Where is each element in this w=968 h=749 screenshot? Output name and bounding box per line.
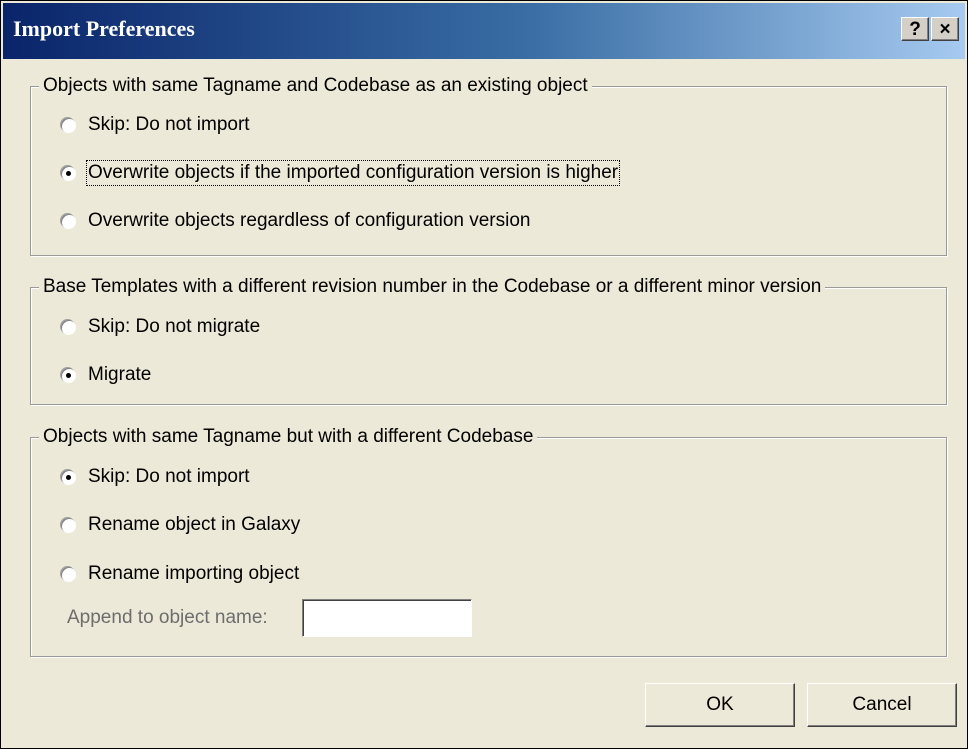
radio-button-selected[interactable] [61,367,76,383]
group-legend: Objects with same Tagname but with a dif… [39,425,538,449]
help-button[interactable]: ? [901,17,929,41]
radio-button[interactable] [61,517,76,533]
import-preferences-dialog: Import Preferences ? × Objects with same… [0,0,968,749]
append-name-input[interactable] [301,599,472,637]
radio-button-selected[interactable] [61,469,76,485]
radio-button[interactable] [61,566,76,582]
base-templates-group: Base Templates with a different revision… [30,275,947,405]
skip-import-option[interactable]: Skip: Do not import [61,464,250,490]
group-legend: Base Templates with a different revision… [39,275,826,299]
radio-button-selected[interactable] [61,165,76,181]
option-label: Migrate [88,364,152,385]
option-label: Rename object in Galaxy [88,514,301,535]
skip-migrate-option[interactable]: Skip: Do not migrate [61,314,260,340]
option-label: Rename importing object [88,563,300,584]
group-legend: Objects with same Tagname and Codebase a… [39,74,592,98]
option-label: Skip: Do not migrate [88,316,261,337]
existing-object-group: Objects with same Tagname and Codebase a… [30,74,947,256]
option-label: Overwrite objects if the imported config… [85,160,621,186]
option-label: Skip: Do not import [88,466,250,487]
radio-button[interactable] [61,319,76,335]
ok-button[interactable]: OK [645,683,795,727]
dialog-title: Import Preferences [13,16,195,41]
radio-button[interactable] [61,213,76,229]
rename-in-galaxy-option[interactable]: Rename object in Galaxy [61,512,300,538]
option-label: Skip: Do not import [88,114,250,135]
option-label: Overwrite objects regardless of configur… [88,210,531,231]
overwrite-if-higher-option[interactable]: Overwrite objects if the imported config… [61,160,621,186]
migrate-option[interactable]: Migrate [61,362,151,388]
append-name-label: Append to object name: [67,607,268,628]
append-name-row: Append to object name: [67,599,472,637]
overwrite-regardless-option[interactable]: Overwrite objects regardless of configur… [61,208,530,234]
skip-import-option[interactable]: Skip: Do not import [61,112,250,138]
title-bar[interactable]: Import Preferences ? × [3,3,965,59]
cancel-button[interactable]: Cancel [807,683,957,727]
rename-importing-option[interactable]: Rename importing object [61,561,299,587]
radio-button[interactable] [61,117,76,133]
close-button[interactable]: × [931,17,959,41]
different-codebase-group: Objects with same Tagname but with a dif… [30,425,947,657]
